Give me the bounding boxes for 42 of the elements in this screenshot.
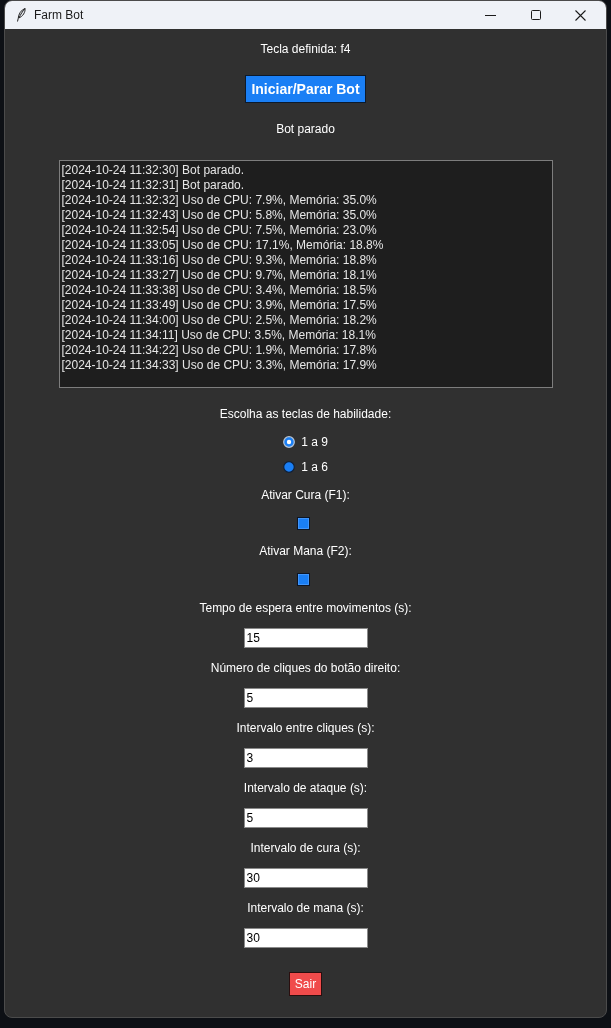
field-label: Intervalo de ataque (s): [243,780,368,796]
input-field[interactable]: 15 [243,628,368,648]
field-label: Intervalo de cura (s): [250,840,361,856]
skill-keys-label: Escolha as teclas de habilidade: [219,406,392,422]
field-label: Número de cliques do botão direito: [210,660,401,676]
window-title: Farm Bot [34,7,84,23]
maximize-icon [530,10,541,20]
log-line: [2024-10-24 11:34:33] Uso de CPU: 3.3%, Memória: 17.9% [61,358,377,373]
field-label: Tempo de espera entre movimentos (s): [199,600,412,616]
log-line: [2024-10-24 11:34:22] Uso de CPU: 1.9%, Memória: 17.8% [61,343,377,358]
log-line: [2024-10-24 11:33:05] Uso de CPU: 17.1%, Memória: 18.8% [61,238,384,253]
log-line: [2024-10-24 11:32:31] Bot parado. [61,178,245,193]
log-line: [2024-10-24 11:33:27] Uso de CPU: 9.7%, Memória: 18.1% [61,268,377,283]
feather-icon [17,8,26,22]
field-label: Intervalo entre cliques (s): [236,720,375,736]
input-field[interactable]: 3 [243,748,368,768]
checkbox-label: Ativar Cura (F1): [261,487,350,503]
checkbox[interactable] [297,517,310,530]
field-label: Intervalo de mana (s): [247,900,364,916]
checkbox-label: Ativar Mana (F2): [259,543,352,559]
exit-button[interactable]: Sair [288,972,323,996]
log-line: [2024-10-24 11:32:32] Uso de CPU: 7.9%, Memória: 35.0% [61,193,377,208]
log-line: [2024-10-24 11:32:30] Bot parado. [61,163,245,178]
bot-status: Bot parado [276,121,335,137]
minimize-icon [485,14,496,16]
log-line: [2024-10-24 11:33:16] Uso de CPU: 9.3%, Memória: 18.8% [61,253,377,268]
log-line: [2024-10-24 11:32:43] Uso de CPU: 5.8%, Memória: 35.0% [61,208,377,223]
input-field[interactable]: 30 [243,868,368,888]
checkbox[interactable] [297,573,310,586]
log-line: [2024-10-24 11:33:49] Uso de CPU: 3.9%, Memória: 17.5% [61,298,377,313]
log-line: [2024-10-24 11:33:38] Uso de CPU: 3.4%, Memória: 18.5% [61,283,377,298]
input-field[interactable]: 30 [243,928,368,948]
hotkey-label: Tecla definida: f4 [260,41,351,57]
radio-option[interactable]: 1 a 9 [283,434,328,450]
close-icon [575,9,586,21]
radio-option[interactable]: 1 a 6 [283,459,328,475]
log-line: [2024-10-24 11:32:54] Uso de CPU: 7.5%, Memória: 23.0% [61,223,377,238]
input-field[interactable]: 5 [243,688,368,708]
log-line: [2024-10-24 11:34:00] Uso de CPU: 2.5%, Memória: 18.2% [61,313,377,328]
input-field[interactable]: 5 [243,808,368,828]
log-line: [2024-10-24 11:34:11] Uso de CPU: 3.5%, Memória: 18.1% [61,328,376,343]
start-stop-button[interactable]: Iniciar/Parar Bot [245,75,366,103]
